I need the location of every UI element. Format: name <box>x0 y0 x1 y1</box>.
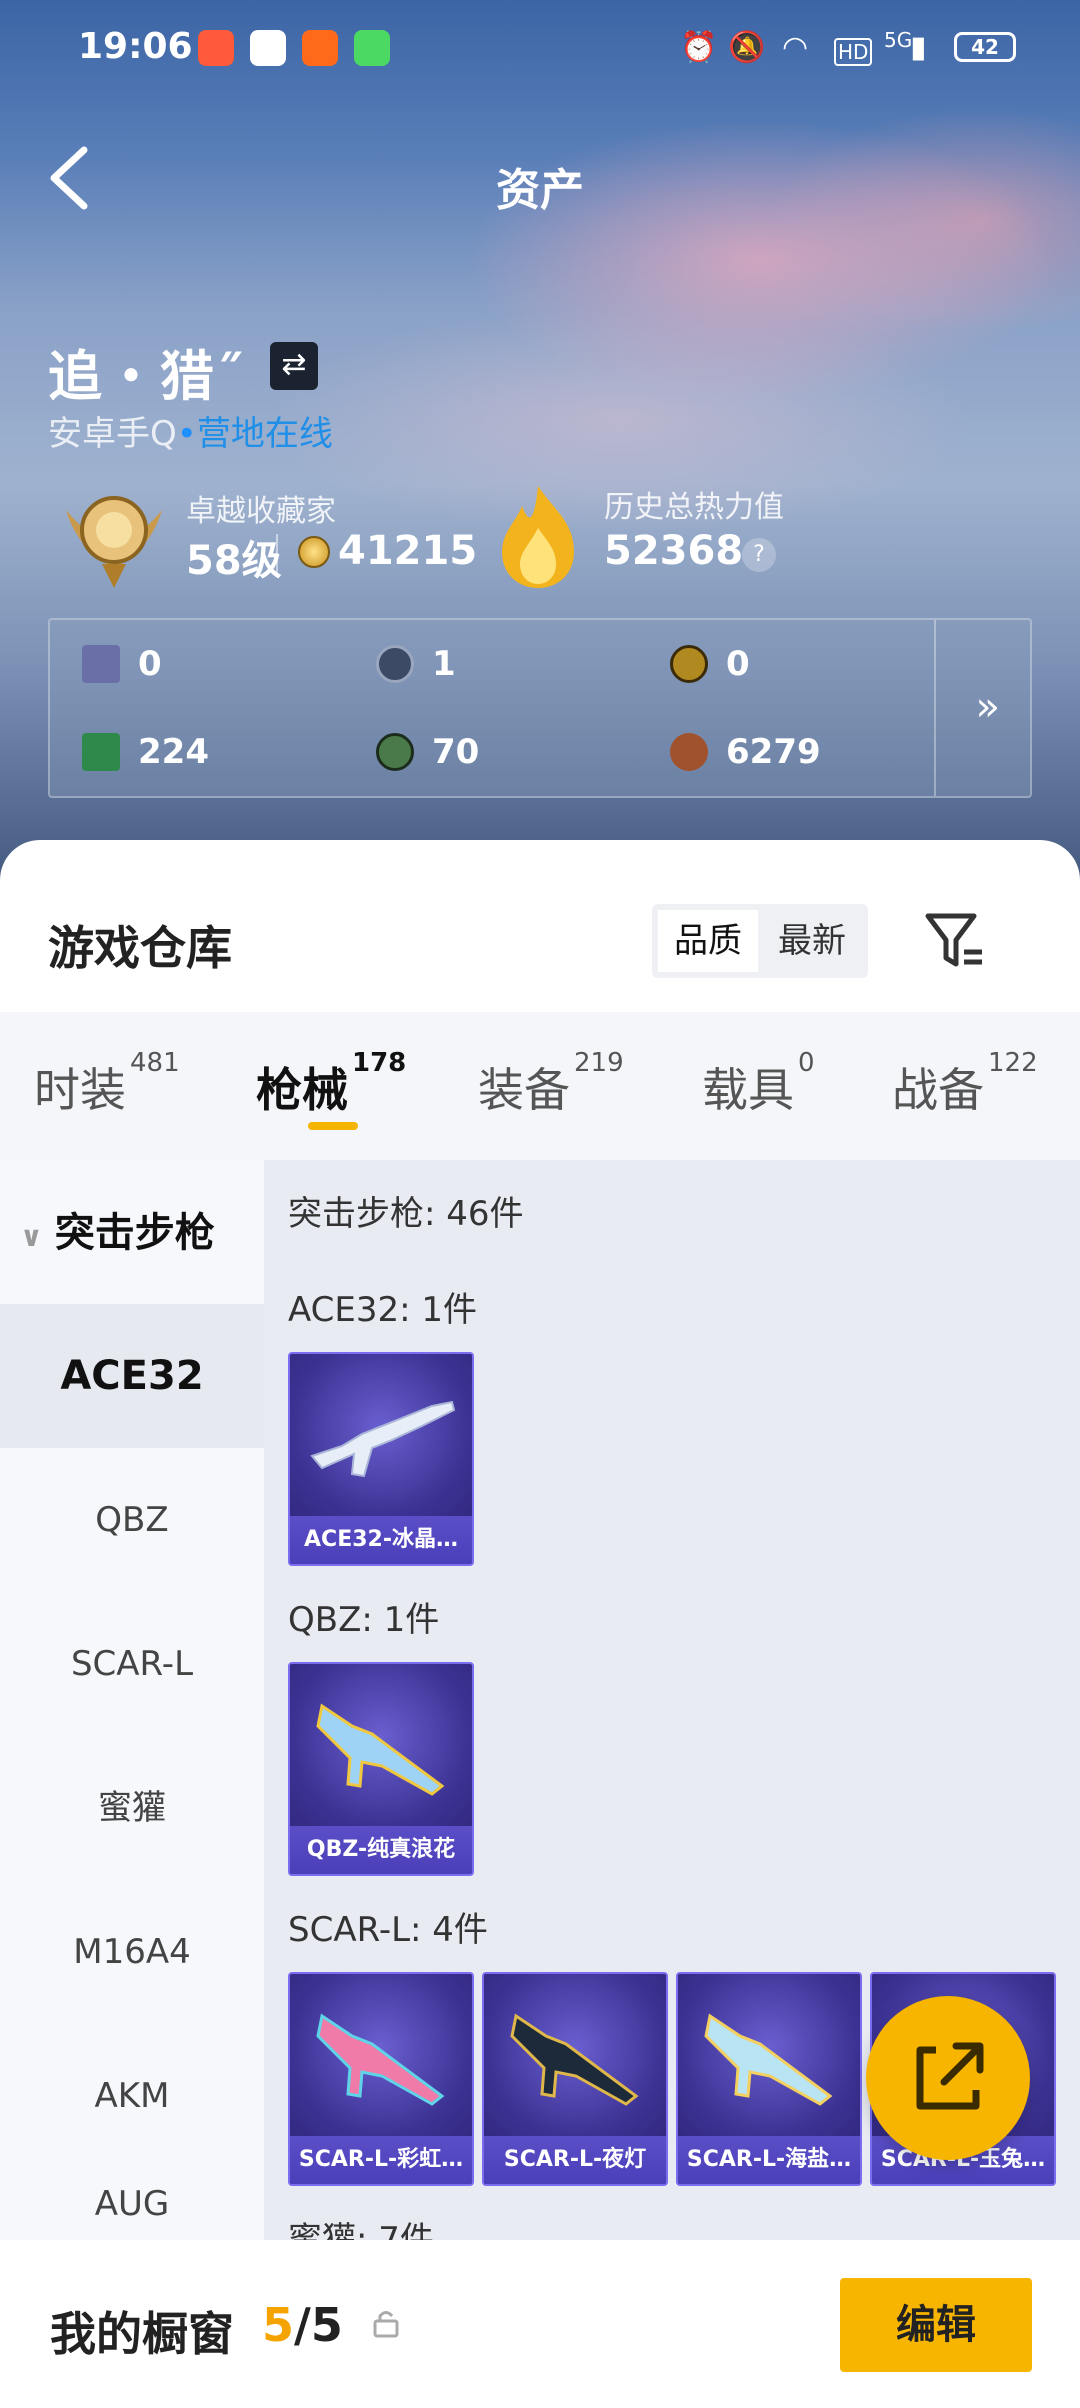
filter-icon[interactable] <box>922 908 988 974</box>
online-status: 营地在线 <box>196 414 333 454</box>
flame-icon <box>502 486 574 588</box>
rifle-icon <box>510 2013 639 2106</box>
skin-card-label: SCAR-L-夜灯 <box>484 2136 666 2184</box>
warehouse-title: 游戏仓库 <box>48 921 232 975</box>
category-header[interactable]: ∨ 突击步枪 <box>20 1200 215 1258</box>
signal-icon: ▮ <box>910 30 927 65</box>
skin-card[interactable]: SCAR-L-夜灯 <box>482 1972 668 2186</box>
skin-card[interactable]: QBZ-纯真浪花 <box>288 1662 474 1876</box>
online-dot-icon: • <box>176 414 197 454</box>
group-title: 蜜獾: 7件 <box>288 2220 434 2240</box>
bronze-coin-icon <box>670 733 708 771</box>
switch-account-icon[interactable]: ⇄ <box>270 342 318 390</box>
gold-token-icon <box>670 645 708 683</box>
sort-newest-button[interactable]: 最新 <box>762 910 862 972</box>
skin-card[interactable]: SCAR-L-海盐… <box>676 1972 862 2186</box>
active-tab-indicator <box>308 1122 358 1130</box>
collector-coin-icon <box>298 536 330 568</box>
status-time: 19:06 <box>78 26 193 67</box>
tab-vehicles[interactable]: 载具 0 <box>702 1048 815 1120</box>
network-type: 5G <box>884 28 913 52</box>
tab-guns[interactable]: 枪械 178 <box>256 1048 406 1120</box>
app-notification-icon <box>198 30 234 66</box>
rifle-icon <box>310 1400 456 1478</box>
app-notification-icon <box>354 30 390 66</box>
user-subline: 安卓手Q•营地在线 <box>48 406 333 455</box>
help-icon[interactable]: ? <box>742 538 776 572</box>
card-icon <box>82 645 120 683</box>
skin-card-label: SCAR-L-海盐… <box>678 2136 860 2184</box>
share-external-icon <box>916 2042 984 2110</box>
wechat-icon <box>250 30 286 66</box>
currency-item: 70 <box>376 732 479 772</box>
sidebar-item-akm[interactable]: AKM <box>0 2024 264 2168</box>
skin-card-label: QBZ-纯真浪花 <box>290 1826 472 1874</box>
group-title: QBZ: 1件 <box>288 1600 440 1640</box>
ticket-icon <box>82 733 120 771</box>
skin-card-label: SCAR-L-彩虹… <box>290 2136 472 2184</box>
status-bar: 19:06 ⏰ 🔕 ◠ HD 5G ▮ 42 <box>0 26 1080 74</box>
sort-quality-button[interactable]: 品质 <box>658 910 758 972</box>
currency-item: 1 <box>376 644 456 684</box>
currency-item: 224 <box>82 732 209 772</box>
double-chevron-right-icon[interactable]: » <box>976 684 1000 730</box>
rank-title: 卓越收藏家 <box>186 494 336 529</box>
rifle-icon <box>316 1703 445 1796</box>
tab-equipment[interactable]: 装备 219 <box>478 1048 624 1120</box>
green-orb-icon <box>376 733 414 771</box>
summary-label: 突击步枪: 46件 <box>288 1194 524 1234</box>
collector-medal-icon[interactable] <box>58 480 170 592</box>
collector-level: 58级 <box>186 538 282 584</box>
share-button[interactable] <box>866 1996 1030 2160</box>
showcase-count: 5/5 <box>262 2298 343 2352</box>
sidebar-item-scar-l[interactable]: SCAR-L <box>0 1592 264 1736</box>
mute-icon: 🔕 <box>728 30 766 65</box>
sidebar-item-ace32[interactable]: ACE32 <box>0 1304 264 1448</box>
lock-icon <box>373 2311 399 2338</box>
heat-label: 历史总热力值 <box>604 490 784 525</box>
sidebar-item-aug[interactable]: AUG <box>0 2168 264 2240</box>
skin-card[interactable]: SCAR-L-彩虹… <box>288 1972 474 2186</box>
showcase-label: 我的橱窗 <box>50 2307 234 2361</box>
battery-icon: 42 <box>954 32 1016 62</box>
category-tabs: 时装 481 枪械 178 装备 219 载具 0 战备 122 <box>0 1012 1080 1160</box>
app-notification-icon <box>302 30 338 66</box>
page-title: 资产 <box>496 165 584 216</box>
s-coin-icon <box>376 645 414 683</box>
tab-gear[interactable]: 战备 122 <box>892 1048 1038 1120</box>
rifle-icon <box>316 2013 445 2106</box>
currency-item: 0 <box>670 644 750 684</box>
platform-label: 安卓手Q <box>48 414 177 454</box>
collector-points: 41215 <box>338 528 478 574</box>
group-title: ACE32: 1件 <box>288 1290 478 1330</box>
rifle-icon <box>704 2013 833 2106</box>
sort-toggle: 品质 最新 <box>652 904 868 978</box>
heat-value: 52368 <box>604 528 744 574</box>
divider <box>276 534 278 574</box>
wifi-icon: ◠ <box>782 30 809 65</box>
user-name: 追・猎˝ <box>48 345 245 408</box>
edit-button[interactable]: 编辑 <box>840 2278 1032 2372</box>
sidebar-item-honey-badger[interactable]: 蜜獾 <box>0 1736 264 1880</box>
hd-icon: HD <box>834 38 873 66</box>
tab-fashion[interactable]: 时装 481 <box>34 1048 180 1120</box>
sidebar-item-m16a4[interactable]: M16A4 <box>0 1880 264 2024</box>
alarm-icon: ⏰ <box>680 30 718 65</box>
group-title: SCAR-L: 4件 <box>288 1910 488 1950</box>
currency-item: 6279 <box>670 732 821 772</box>
currency-panel[interactable]: 0 1 0 224 70 6279 » <box>48 618 1032 798</box>
skin-card-label: ACE32-冰晶… <box>290 1516 472 1564</box>
sidebar-item-qbz[interactable]: QBZ <box>0 1448 264 1592</box>
currency-item: 0 <box>82 644 162 684</box>
chevron-down-icon: ∨ <box>20 1220 43 1253</box>
skin-card[interactable]: ACE32-冰晶… <box>288 1352 474 1566</box>
divider <box>934 620 936 796</box>
